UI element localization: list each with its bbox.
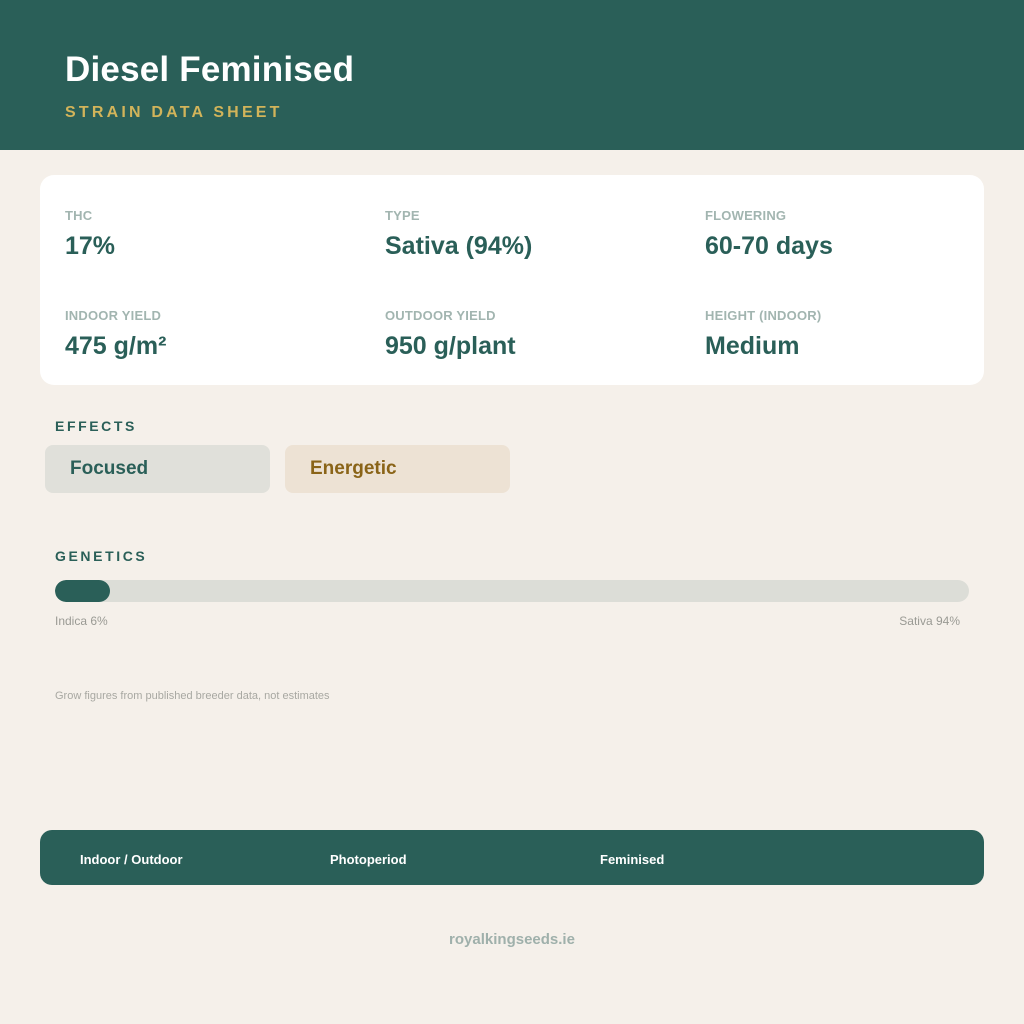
footer-item-environment: Indoor / Outdoor: [80, 852, 183, 867]
footer-bar: Indoor / Outdoor Photoperiod Feminised: [40, 830, 984, 885]
stat-value: Sativa (94%): [385, 232, 533, 260]
stat-height: HEIGHT (INDOOR) Medium: [705, 308, 821, 361]
indica-caption: Indica 6%: [55, 614, 108, 628]
sativa-caption: Sativa 94%: [899, 614, 960, 628]
effect-chip-focused: Focused: [45, 445, 270, 493]
stat-value: 17%: [65, 232, 116, 260]
stat-type: TYPE Sativa (94%): [385, 208, 532, 261]
stat-value: Medium: [705, 332, 800, 360]
stat-label: HEIGHT (INDOOR): [705, 308, 822, 323]
stat-thc: THC 17%: [65, 208, 115, 261]
stat-indoor-yield: INDOOR YIELD 475 g/m²: [65, 308, 166, 361]
stat-label: TYPE: [385, 208, 420, 223]
data-note: Grow figures from published breeder data…: [55, 690, 330, 702]
page-title: Diesel Feminised: [65, 50, 355, 89]
effect-chip-energetic: Energetic: [285, 445, 510, 493]
header-banner: Diesel Feminised STRAIN DATA SHEET: [0, 0, 1024, 150]
stat-label: FLOWERING: [705, 208, 787, 223]
stat-value: 950 g/plant: [385, 332, 516, 360]
footer-item-feminised: Feminised: [600, 852, 665, 867]
genetics-bar: [55, 580, 969, 602]
stat-value: 60-70 days: [705, 232, 833, 260]
stat-flowering: FLOWERING 60-70 days: [705, 208, 833, 261]
stat-value: 475 g/m²: [65, 332, 167, 360]
stat-label: INDOOR YIELD: [65, 308, 162, 323]
page-subtitle: STRAIN DATA SHEET: [65, 104, 283, 121]
stat-outdoor-yield: OUTDOOR YIELD 950 g/plant: [385, 308, 516, 361]
effects-heading: EFFECTS: [55, 418, 137, 434]
stat-label: THC: [65, 208, 93, 223]
footer-item-photoperiod: Photoperiod: [330, 852, 407, 867]
stats-card: THC 17% TYPE Sativa (94%) FLOWERING 60-7…: [40, 175, 984, 385]
genetics-heading: GENETICS: [55, 548, 148, 564]
site-link[interactable]: royalkingseeds.ie: [0, 931, 1024, 948]
stat-label: OUTDOOR YIELD: [385, 308, 496, 323]
genetics-bar-indica-fill: [55, 580, 110, 602]
